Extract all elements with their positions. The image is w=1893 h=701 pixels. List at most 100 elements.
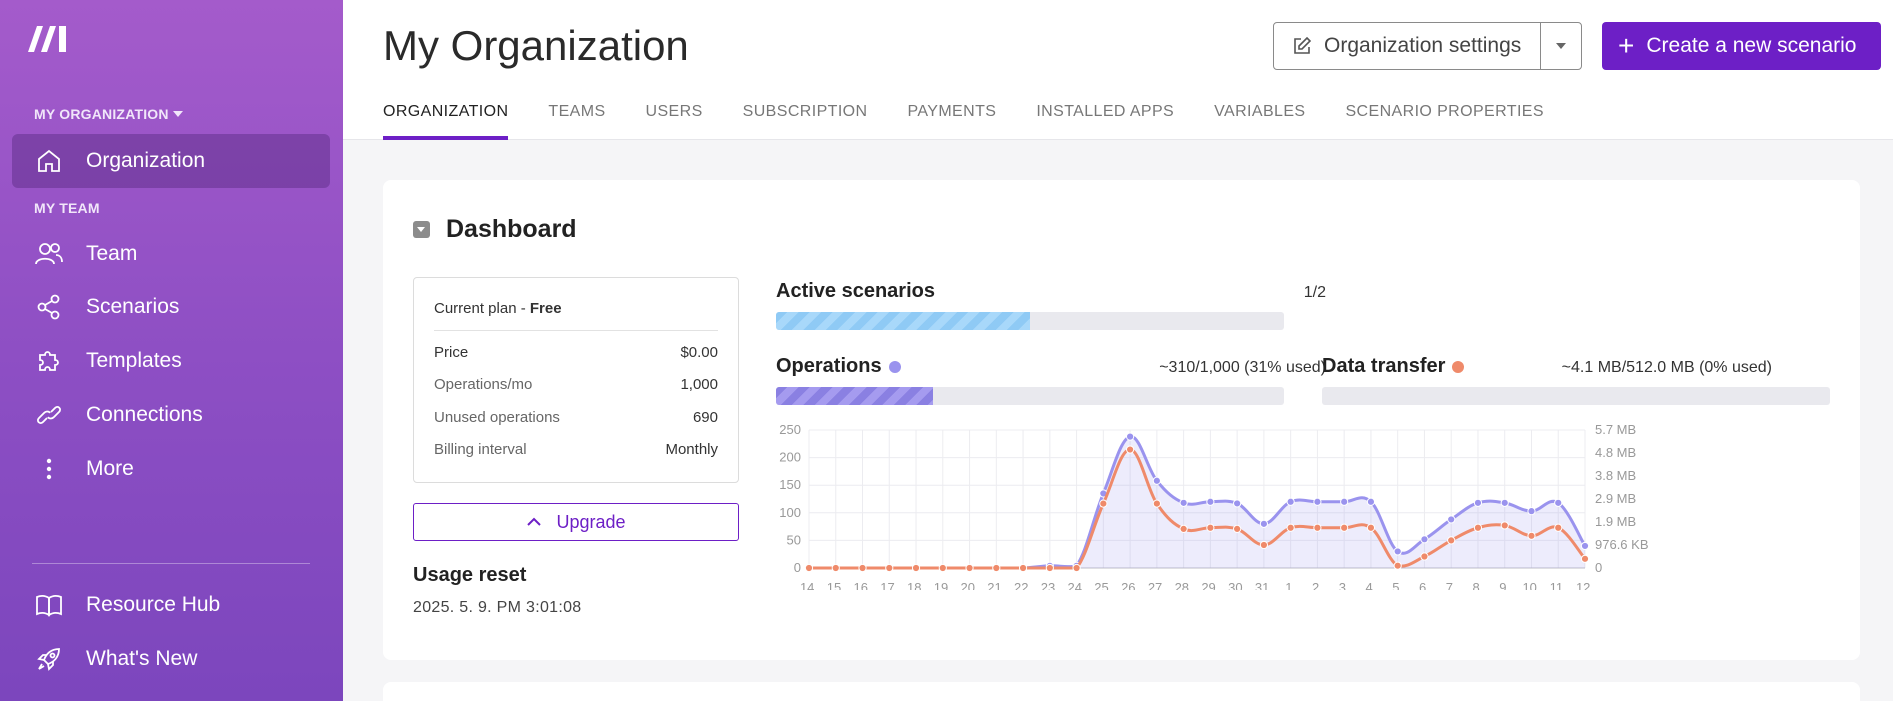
- x-tick-label: 30.: [1228, 580, 1246, 590]
- sidebar-item-label: Scenarios: [86, 295, 180, 318]
- x-tick-label: 17.: [880, 580, 898, 590]
- tab-teams[interactable]: TEAMS: [548, 100, 605, 140]
- sidebar-item-team[interactable]: Team: [12, 227, 330, 281]
- current-plan: Current plan - Free: [434, 300, 562, 317]
- usage-chart: 0 50 100 150 200 250 0 976.6 KB 1.9 MB 2.9 MB 3.8 …: [779, 422, 1648, 590]
- sidebar: MY ORGANIZATION Organization MY TEAM Tea…: [0, 0, 343, 701]
- y-left-tick-label: 200: [779, 450, 801, 465]
- x-tick-label: 5.: [1392, 580, 1403, 590]
- sidebar-item-label: What's New: [86, 647, 198, 670]
- data-transfer-point: [1045, 563, 1054, 573]
- x-tick-label: 21.: [987, 580, 1005, 590]
- x-tick-label: 27.: [1148, 580, 1166, 590]
- data-transfer-point: [1072, 563, 1081, 573]
- create-scenario-label: Create a new scenario: [1646, 34, 1857, 57]
- data-transfer-point: [1580, 554, 1590, 563]
- operations-point: [1527, 507, 1536, 516]
- chevron-down-icon: [1556, 43, 1566, 49]
- data-transfer-point: [1447, 536, 1456, 545]
- operations-legend-dot: [888, 360, 901, 373]
- x-tick-label: 4.: [1366, 580, 1377, 590]
- create-scenario-button[interactable]: + Create a new scenario: [1602, 22, 1881, 70]
- plan-divider: [434, 330, 718, 331]
- operations-point: [1580, 541, 1590, 551]
- sidebar-item-more[interactable]: More: [12, 442, 330, 496]
- sidebar-item-label: Templates: [86, 349, 182, 372]
- y-right-tick-label: 3.8 MB: [1595, 468, 1636, 483]
- tab-payments[interactable]: PAYMENTS: [907, 100, 996, 140]
- data-transfer-point: [1099, 499, 1108, 508]
- settings-dropdown-button[interactable]: [1540, 22, 1582, 70]
- operations-point: [1500, 498, 1509, 507]
- sidebar-item-templates[interactable]: Templates: [12, 334, 330, 388]
- organization-settings-label: Organization settings: [1324, 34, 1522, 57]
- sidebar-item-scenarios[interactable]: Scenarios: [12, 280, 330, 334]
- organization-settings-button[interactable]: Organization settings: [1273, 22, 1541, 70]
- operations-title: Operations: [776, 355, 901, 378]
- data-transfer-point: [1179, 524, 1188, 534]
- y-left-tick-label: 150: [779, 477, 801, 492]
- plus-icon: +: [1618, 30, 1635, 61]
- link-icon: [34, 400, 64, 430]
- x-tick-label: 1.: [1285, 580, 1296, 590]
- sidebar-item-organization[interactable]: Organization: [12, 134, 330, 188]
- x-tick-label: 24.: [1068, 580, 1086, 590]
- x-tick-label: 25.: [1094, 580, 1112, 590]
- data-transfer-point: [858, 563, 867, 573]
- y-left-tick-label: 100: [779, 505, 801, 520]
- operations-point: [1420, 535, 1429, 544]
- sidebar-item-resource-hub[interactable]: Resource Hub: [12, 578, 330, 632]
- x-tick-label: 28.: [1175, 580, 1193, 590]
- data-transfer-point: [1366, 523, 1376, 532]
- chevron-down-icon: [172, 111, 183, 117]
- data-transfer-point: [992, 563, 1001, 573]
- x-tick-label: 31.: [1255, 580, 1273, 590]
- y-right-tick-label: 4.8 MB: [1595, 445, 1636, 460]
- more-vertical-icon: [34, 454, 64, 484]
- sidebar-item-label: Connections: [86, 403, 203, 426]
- sidebar-item-connections[interactable]: Connections: [12, 388, 330, 442]
- plan-row: Price $0.00: [434, 344, 718, 361]
- operations-point: [1126, 432, 1135, 441]
- tab-variables[interactable]: VARIABLES: [1214, 100, 1305, 140]
- plan-row: Unused operations 690: [434, 409, 718, 426]
- operations-point: [1259, 519, 1268, 528]
- data-transfer-point: [1313, 523, 1322, 532]
- sidebar-divider: [32, 563, 310, 564]
- edit-icon: [1292, 36, 1312, 56]
- x-tick-label: 2.: [1312, 580, 1323, 590]
- active-scenarios-bar-fill: [776, 312, 1030, 330]
- active-scenarios-value: 1/2: [1303, 284, 1326, 301]
- collapse-toggle-icon[interactable]: [413, 221, 430, 238]
- operations-point: [1554, 498, 1563, 507]
- tab-users[interactable]: USERS: [646, 100, 703, 140]
- operations-point: [1179, 498, 1188, 507]
- tab-installed-apps[interactable]: INSTALLED APPS: [1036, 100, 1174, 140]
- upgrade-button[interactable]: Upgrade: [413, 503, 739, 541]
- dashboard-header[interactable]: Dashboard: [413, 215, 577, 244]
- x-tick-label: 15.: [827, 580, 845, 590]
- sidebar-item-label: More: [86, 457, 134, 480]
- operations-bar-fill: [776, 387, 934, 405]
- data-transfer-value: ~4.1 MB/512.0 MB (0% used): [1561, 359, 1772, 376]
- data-transfer-point: [1286, 523, 1295, 532]
- plan-row-key: Price: [434, 344, 469, 361]
- make-logo-icon[interactable]: [26, 22, 72, 56]
- active-scenarios-title: Active scenarios: [776, 280, 935, 303]
- home-icon: [34, 146, 64, 176]
- page-header: My Organization Organization settings + …: [343, 0, 1893, 140]
- tab-subscription[interactable]: SUBSCRIPTION: [743, 100, 868, 140]
- plan-row: Operations/mo 1,000: [434, 376, 718, 393]
- current-plan-name: Free: [529, 300, 562, 317]
- data-transfer-point: [1018, 563, 1028, 573]
- sidebar-item-whats-new[interactable]: What's New: [12, 632, 330, 686]
- operations-point: [1286, 497, 1295, 506]
- data-transfer-point: [804, 563, 814, 573]
- x-tick-label: 10.: [1522, 580, 1540, 590]
- x-tick-label: 6.: [1419, 580, 1430, 590]
- x-tick-label: 8.: [1473, 580, 1484, 590]
- tab-organization[interactable]: ORGANIZATION: [383, 100, 509, 140]
- org-switcher[interactable]: MY ORGANIZATION: [34, 106, 183, 122]
- sidebar-item-label: Organization: [86, 149, 206, 172]
- tab-scenario-properties[interactable]: SCENARIO PROPERTIES: [1345, 100, 1543, 140]
